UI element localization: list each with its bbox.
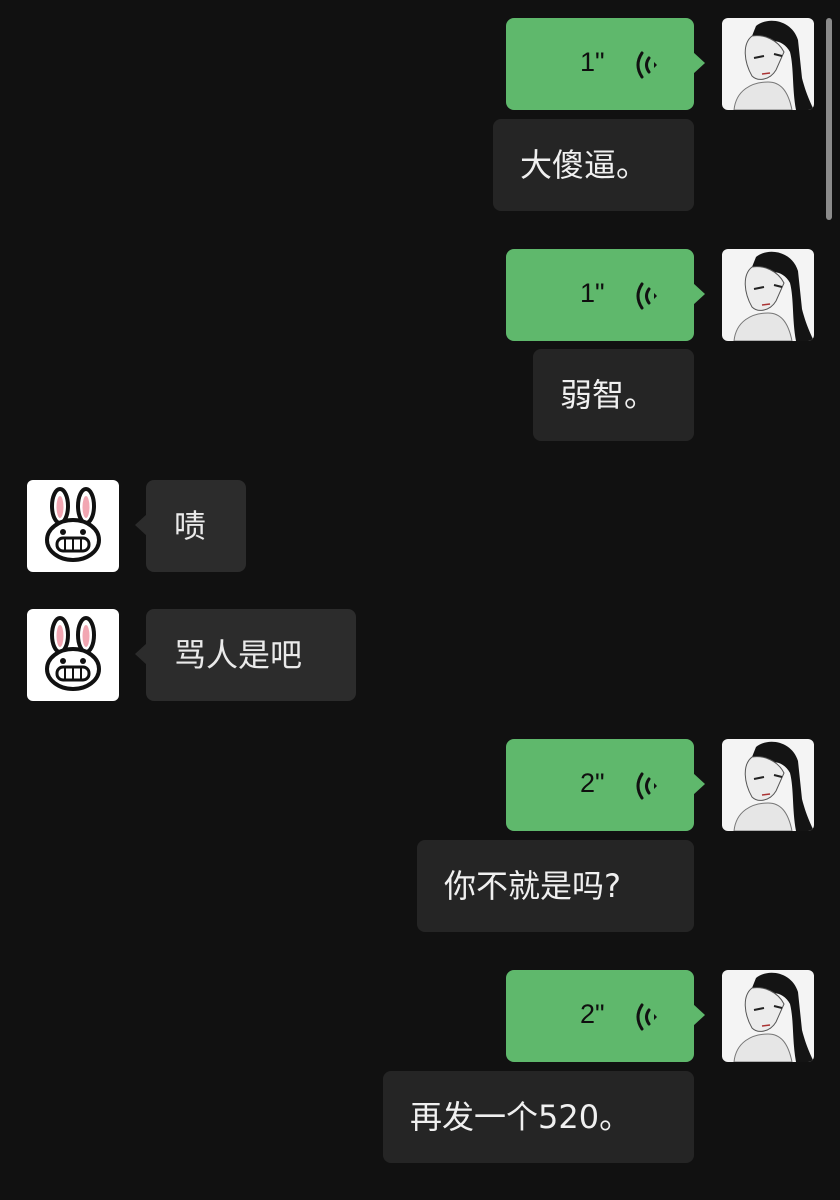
woman-portrait-icon: [722, 18, 814, 110]
scrollbar[interactable]: [826, 18, 832, 220]
chat-area: 1" 大傻逼。 1" 弱智。 啧 骂人是吧 2" 你不就是吗? 2" 再发一个5…: [0, 0, 840, 1200]
voice-transcript: 大傻逼。: [493, 119, 694, 211]
bubble-tail: [693, 283, 705, 305]
incoming-message[interactable]: 啧: [135, 480, 246, 572]
bubble-tail: [693, 1004, 705, 1026]
voice-wave-icon: [636, 772, 657, 800]
incoming-message[interactable]: 骂人是吧: [135, 609, 356, 701]
voice-wave-icon: [636, 282, 657, 310]
bubble-tail: [693, 52, 705, 74]
woman-portrait-icon: [722, 249, 814, 341]
voice-duration: 1": [580, 278, 605, 308]
bubble-tail: [135, 514, 147, 536]
voice-duration: 2": [580, 768, 605, 798]
woman-portrait-icon: [722, 739, 814, 831]
voice-message[interactable]: 1": [506, 249, 705, 341]
voice-wave-icon: [636, 1003, 657, 1031]
user-avatar[interactable]: [722, 970, 814, 1062]
contact-avatar[interactable]: [27, 480, 119, 572]
voice-message[interactable]: 2": [506, 970, 705, 1062]
rabbit-icon: [27, 609, 119, 701]
message-text: 啧: [174, 507, 207, 545]
voice-duration: 2": [580, 999, 605, 1029]
user-avatar[interactable]: [722, 18, 814, 110]
voice-duration: 1": [580, 47, 605, 77]
voice-transcript: 再发一个520。: [383, 1071, 694, 1163]
user-avatar[interactable]: [722, 249, 814, 341]
voice-message[interactable]: 1": [506, 18, 705, 110]
bubble-tail: [135, 643, 147, 665]
message-text: 骂人是吧: [174, 636, 303, 674]
voice-transcript: 弱智。: [533, 349, 694, 441]
voice-wave-icon: [636, 51, 657, 79]
woman-portrait-icon: [722, 970, 814, 1062]
bubble-tail: [693, 773, 705, 795]
rabbit-icon: [27, 480, 119, 572]
voice-transcript: 你不就是吗?: [417, 840, 694, 932]
user-avatar[interactable]: [722, 739, 814, 831]
voice-message[interactable]: 2": [506, 739, 705, 831]
contact-avatar[interactable]: [27, 609, 119, 701]
